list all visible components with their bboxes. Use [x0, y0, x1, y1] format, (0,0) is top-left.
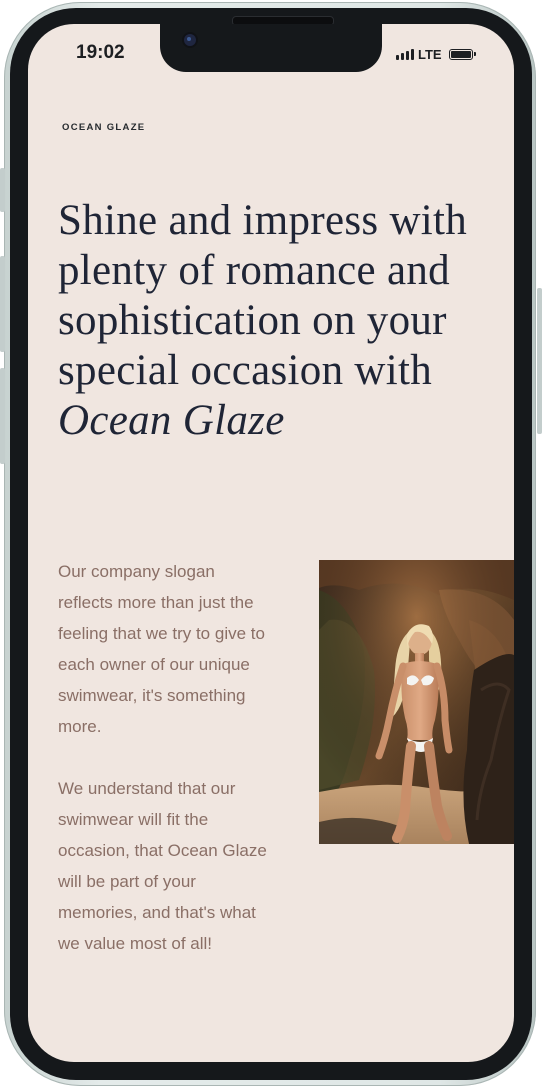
volume-down-button	[0, 368, 5, 464]
headline-brand-emphasis: Ocean Glaze	[58, 397, 285, 444]
intro-paragraph-1: Our company slogan reflects more than ju…	[58, 562, 265, 736]
camera-notch	[160, 24, 382, 72]
mute-switch	[0, 168, 5, 212]
status-indicators: LTE	[396, 44, 476, 64]
power-button	[537, 288, 542, 434]
signal-icon	[396, 48, 414, 60]
battery-icon	[448, 48, 476, 60]
intro-paragraph-2: We understand that our swimwear will fit…	[58, 779, 267, 953]
intro-copy: Our company slogan reflects more than ju…	[58, 556, 268, 959]
volume-up-button	[0, 256, 5, 352]
headline-text: Shine and impress with plenty of romance…	[58, 197, 468, 394]
front-camera-icon	[184, 34, 196, 46]
hero-photo-swimwear-model	[319, 560, 514, 844]
phone-screen: 19:02 LTE OCEAN GLAZE Shine and impress …	[28, 24, 514, 1062]
hero-headline: Shine and impress with plenty of romance…	[58, 196, 508, 446]
network-type: LTE	[418, 46, 442, 62]
brand-logo-text[interactable]: OCEAN GLAZE	[62, 122, 145, 133]
status-time: 19:02	[76, 42, 125, 63]
